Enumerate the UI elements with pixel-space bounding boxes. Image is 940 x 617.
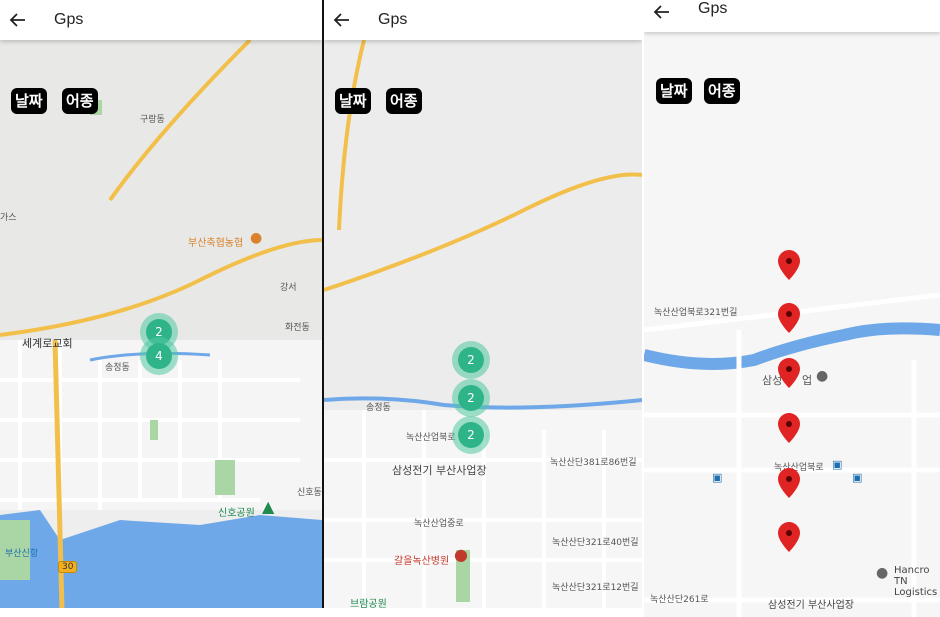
hospital-icon: ● (454, 545, 468, 564)
date-filter-button[interactable]: 날짜 (11, 88, 47, 114)
page-title: Gps (54, 11, 84, 28)
marker-cluster[interactable]: 2 (452, 341, 490, 379)
map-pin-icon[interactable] (778, 250, 800, 280)
marker-cluster[interactable]: 4 (140, 337, 178, 375)
area-label: 송정동 (366, 403, 391, 413)
road-label: 녹산산업중로 (414, 519, 464, 529)
bus-stop-icon: ▣ (712, 471, 723, 484)
road-label: 녹산산업북로 (406, 433, 456, 443)
area-label: 화전동 (285, 323, 310, 333)
map-panel-2: Gps 날짜 어종 2 2 2 삼성전기 부산사업장 갈을녹산병원 ● 브람공원… (324, 0, 642, 608)
app-bar: Gps (324, 0, 642, 40)
park-label: 브람공원 (350, 599, 387, 608)
app-bar: Gps (644, 0, 940, 32)
market-label: 부산축협농협 (188, 238, 244, 249)
date-filter-button[interactable]: 날짜 (335, 88, 371, 114)
area-label: 송정동 (105, 363, 130, 373)
place-label: 업 (802, 374, 813, 387)
back-arrow-icon[interactable] (6, 8, 30, 32)
port-label: 부산신항 (5, 549, 39, 559)
church-label: 세계로교회 (22, 337, 73, 350)
date-filter-button[interactable]: 날짜 (656, 78, 692, 104)
bus-stop-icon: ▣ (832, 458, 843, 471)
map-view[interactable] (324, 0, 642, 608)
area-label: 구랑동 (140, 115, 165, 125)
logistics-label: Hancro TN Logistics (894, 565, 938, 598)
fish-species-filter-button[interactable]: 어종 (62, 88, 98, 114)
park-label: 신호공원 (218, 508, 255, 519)
location-pin-icon: ● (816, 368, 829, 384)
route-shield: 30 (58, 561, 78, 573)
area-label: 신호동 (297, 488, 322, 498)
back-arrow-icon[interactable] (330, 8, 354, 32)
road-label: 녹산산단321로12번길 (552, 583, 639, 593)
location-pin-icon: ● (876, 565, 889, 581)
map-pin-icon[interactable] (778, 413, 800, 443)
map-panel-1: Gps 날짜 어종 2 4 세계로교회 부산축협농협 ● 신호공원 ▲ 구랑동 … (0, 0, 322, 608)
bus-stop-icon: ▣ (852, 471, 863, 484)
map-panel-3: Gps 날짜 어종 삼성 업 ● 녹산산업북로321번길 녹산산업북로 녹산산단… (644, 0, 940, 617)
restaurant-icon: ● (250, 230, 263, 246)
map-view[interactable] (0, 0, 322, 608)
back-arrow-icon[interactable] (650, 0, 674, 24)
marker-cluster[interactable]: 2 (452, 379, 490, 417)
area-label: 강서 (280, 283, 297, 293)
road-label: 녹산산업북로321번길 (654, 308, 738, 318)
factory-label: 삼성전기 부산사업장 (768, 600, 854, 611)
page-title: Gps (698, 0, 728, 17)
factory-label: 삼성전기 부산사업장 (392, 464, 487, 477)
fish-species-filter-button[interactable]: 어종 (704, 78, 740, 104)
map-pin-icon[interactable] (778, 468, 800, 498)
map-pin-icon[interactable] (778, 522, 800, 552)
road-label: 녹산산단261로 (650, 595, 709, 605)
app-bar: Gps (0, 0, 322, 40)
fish-species-filter-button[interactable]: 어종 (386, 88, 422, 114)
map-pin-icon[interactable] (778, 303, 800, 333)
marker-cluster[interactable]: 2 (452, 416, 490, 454)
map-pin-icon[interactable] (778, 358, 800, 388)
road-label: 녹산산단381로86번길 (550, 458, 637, 468)
page-title: Gps (378, 11, 408, 28)
road-label: 녹산산단321로40번길 (552, 538, 639, 548)
area-label: 가스 (0, 213, 17, 223)
park-icon: ▲ (262, 497, 275, 516)
hospital-label: 갈을녹산병원 (394, 556, 450, 567)
